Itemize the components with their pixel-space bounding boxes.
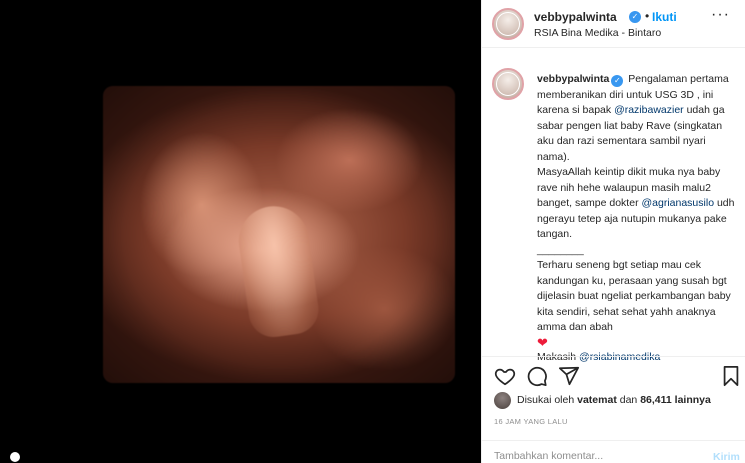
author-avatar[interactable] xyxy=(492,8,524,40)
post-timestamp[interactable]: 16 JAM YANG LALU xyxy=(494,417,568,426)
media-indicator-dot xyxy=(10,452,20,462)
follow-button[interactable]: Ikuti xyxy=(652,10,677,24)
comment-icon[interactable] xyxy=(526,365,548,387)
caption-area: vebbypalwinta ✓ Pengalaman pertama member… xyxy=(482,58,745,363)
liker-username[interactable]: vatemat xyxy=(577,394,617,406)
author-username[interactable]: vebbypalwinta xyxy=(534,10,617,24)
post-caption: vebbypalwinta ✓ Pengalaman pertama member… xyxy=(537,72,741,365)
ultrasound-image xyxy=(103,86,455,383)
post-media[interactable] xyxy=(0,0,481,463)
liker-avatar[interactable] xyxy=(494,392,511,409)
separator-dot: • xyxy=(645,9,650,23)
likes-middle: dan xyxy=(619,394,638,406)
post-side-panel: vebbypalwinta ✓ • Ikuti ··· RSIA Bina Me… xyxy=(481,0,745,463)
caption-author-avatar[interactable] xyxy=(492,68,524,100)
heart-outline-icon[interactable] xyxy=(494,365,516,387)
share-icon[interactable] xyxy=(558,365,580,387)
more-options-icon[interactable]: ··· xyxy=(711,6,730,24)
caption-divider: ________ xyxy=(537,243,584,256)
likes-summary: Disukai oleh vatemat dan 86,411 lainnya xyxy=(494,391,744,411)
bookmark-icon[interactable] xyxy=(720,365,742,387)
likes-prefix: Disukai oleh xyxy=(517,394,575,406)
post-comment-button[interactable]: Kirim xyxy=(713,451,740,463)
comment-input[interactable] xyxy=(494,450,694,462)
comment-bar: Kirim xyxy=(482,440,745,463)
caption-text-5: Terharu seneng bgt setiap mau cek kandun… xyxy=(537,259,731,333)
post-location[interactable]: RSIA Bina Medika - Bintaro xyxy=(534,27,661,39)
caption-verified-badge-icon: ✓ xyxy=(611,75,624,87)
post-header: vebbypalwinta ✓ • Ikuti ··· RSIA Bina Me… xyxy=(482,0,745,48)
ultrasound-hand-shape xyxy=(234,201,322,341)
heart-emoji-icon: ❤ xyxy=(537,334,548,350)
likes-count[interactable]: 86,411 lainnya xyxy=(640,394,711,406)
post-actions xyxy=(482,356,745,390)
verified-badge-icon: ✓ xyxy=(629,11,641,23)
caption-username[interactable]: vebbypalwinta xyxy=(537,73,609,85)
mention-agrianasusilo[interactable]: @agrianasusilo xyxy=(642,197,715,209)
mention-razibawazier[interactable]: @razibawazier xyxy=(614,104,684,116)
